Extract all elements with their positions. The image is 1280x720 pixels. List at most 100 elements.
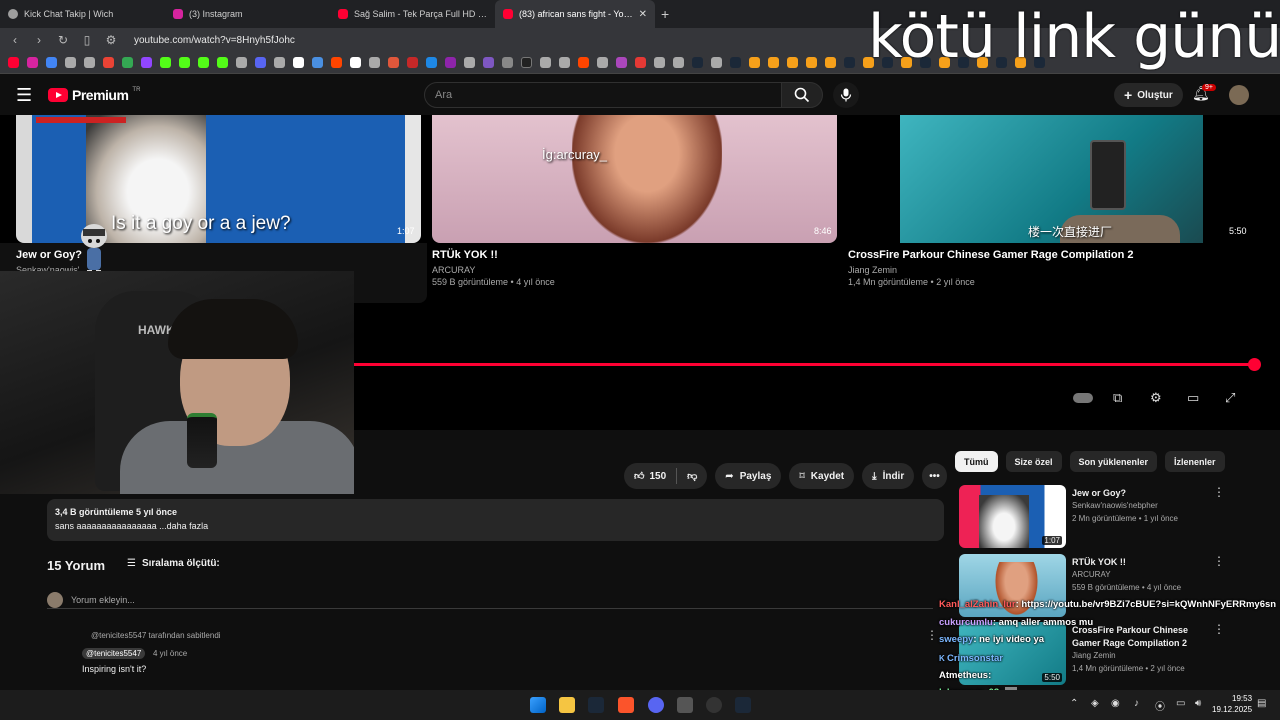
bookmark-icon[interactable] xyxy=(255,57,266,68)
tray-audio-icon[interactable]: ♪ xyxy=(1134,698,1139,709)
endscreen-title-3[interactable]: CrossFire Parkour Chinese Gamer Rage Com… xyxy=(848,249,1133,261)
settings-gear-icon[interactable]: ⚙ xyxy=(1150,390,1162,406)
comment-author[interactable]: @tenicites5547 xyxy=(82,648,146,659)
add-comment-field[interactable]: Yorum ekleyin... xyxy=(47,591,933,609)
related-video-1[interactable]: 1:07 Jew or Goy? Senkaw'naowis'nebpher 2… xyxy=(955,485,1275,549)
bookmark-instagram-icon[interactable] xyxy=(27,57,38,68)
system-clock[interactable]: 19:53 19.12.2025 xyxy=(1212,693,1252,715)
bookmark-icon[interactable] xyxy=(122,57,133,68)
bookmark-steam-icon[interactable] xyxy=(844,57,855,68)
notification-center-icon[interactable]: ▤ xyxy=(1257,698,1266,709)
autoplay-toggle[interactable] xyxy=(1073,393,1093,403)
bookmark-twitch-icon[interactable] xyxy=(141,57,152,68)
close-tab-icon[interactable]: ✕ xyxy=(639,9,647,20)
bookmark-icon[interactable] xyxy=(540,57,551,68)
new-tab-button[interactable]: + xyxy=(661,6,669,22)
voice-search-button[interactable] xyxy=(833,82,859,108)
related-title[interactable]: Jew or Goy? xyxy=(1072,487,1202,500)
dislike-button[interactable]: 👎︎ xyxy=(687,470,697,482)
tray-volume-icon[interactable]: 🔊︎ xyxy=(1195,698,1201,709)
bookmark-icon[interactable] xyxy=(464,57,475,68)
more-actions-button[interactable]: ••• xyxy=(922,463,947,489)
bookmark-icon[interactable] xyxy=(806,57,817,68)
chip-for-you[interactable]: Size özel xyxy=(1005,451,1062,472)
bookmark-icon[interactable] xyxy=(768,57,779,68)
bookmark-icon[interactable] xyxy=(312,57,323,68)
chip-all[interactable]: Tümü xyxy=(955,451,998,472)
menu-icon[interactable]: ☰ xyxy=(16,85,36,106)
account-avatar[interactable] xyxy=(1229,85,1249,105)
bookmark-icon[interactable] xyxy=(84,57,95,68)
bookmark-steam-icon[interactable] xyxy=(730,57,741,68)
comment-time[interactable]: 4 yıl önce xyxy=(153,649,187,658)
bookmark-icon[interactable] xyxy=(274,57,285,68)
bookmark-kick-icon[interactable] xyxy=(160,57,171,68)
theater-mode-icon[interactable]: ▭ xyxy=(1187,390,1199,406)
bookmark-gmail-icon[interactable] xyxy=(103,57,114,68)
bookmark-icon[interactable] xyxy=(46,57,57,68)
bookmark-x-icon[interactable] xyxy=(293,57,304,68)
reload-icon[interactable]: ↻ xyxy=(56,33,70,47)
bookmark-icon[interactable] xyxy=(825,57,836,68)
folder-icon[interactable] xyxy=(673,57,684,68)
related-menu-icon[interactable]: ⋮ xyxy=(1213,554,1225,568)
comment-menu-icon[interactable]: ⋮ xyxy=(926,628,938,642)
youtube-premium-logo[interactable]: Premium TR xyxy=(48,87,140,103)
app-icon[interactable] xyxy=(677,697,693,713)
brave-browser-icon[interactable] xyxy=(618,697,634,713)
bookmark-icon[interactable] xyxy=(502,57,513,68)
bookmark-reddit-icon[interactable] xyxy=(331,57,342,68)
tab-sag-salim[interactable]: Sağ Salim - Tek Parça Full HD (Yerli Fi xyxy=(330,0,495,28)
bookmark-icon[interactable] xyxy=(350,57,361,68)
bookmark-kick-icon[interactable] xyxy=(198,57,209,68)
fullscreen-icon[interactable]: ⤢ xyxy=(1225,390,1235,406)
chip-watched[interactable]: İzlenenler xyxy=(1165,451,1225,472)
bookmark-icon[interactable] xyxy=(236,57,247,68)
bookmark-youtube-icon[interactable] xyxy=(8,57,19,68)
bookmark-icon[interactable] xyxy=(597,57,608,68)
bookmark-icon[interactable] xyxy=(445,57,456,68)
bookmark-icon[interactable] xyxy=(787,57,798,68)
steam-icon[interactable] xyxy=(588,697,604,713)
endscreen-thumbnail-1[interactable]: Is it a goy or a a jew? xyxy=(16,115,421,243)
tab-youtube-active[interactable]: (83) african sans fight - YouTube ✕ xyxy=(495,0,655,28)
bookmark-icon[interactable] xyxy=(369,57,380,68)
like-button[interactable]: 👍︎ 150 xyxy=(634,470,666,483)
bookmark-reddit-icon[interactable] xyxy=(578,57,589,68)
tray-mic-icon[interactable]: ⦿ xyxy=(1155,698,1165,713)
search-button[interactable] xyxy=(781,82,823,108)
progress-scrubber[interactable] xyxy=(1248,358,1261,371)
related-channel[interactable]: Jiang Zemin xyxy=(1072,651,1116,660)
subtitles-icon[interactable]: ⧉ xyxy=(1113,390,1122,406)
obs-icon[interactable] xyxy=(706,697,722,713)
bookmark-icon[interactable] xyxy=(616,57,627,68)
site-info-icon[interactable]: ⚙ xyxy=(104,33,118,47)
related-menu-icon[interactable]: ⋮ xyxy=(1213,485,1225,499)
save-button[interactable]: ⌑ Kaydet xyxy=(789,463,855,489)
tray-network-icon[interactable]: ▭ xyxy=(1176,698,1185,709)
bookmark-kick-icon[interactable] xyxy=(217,57,228,68)
endscreen-title-1-overlay[interactable]: Jew or Goy? xyxy=(16,249,82,261)
file-explorer-icon[interactable] xyxy=(559,697,575,713)
bookmark-kick-icon[interactable] xyxy=(179,57,190,68)
description-box[interactable]: 3,4 B görüntüleme 5 yıl önce sans aaaaaa… xyxy=(47,499,944,541)
endscreen-title-2[interactable]: RTÜk YOK !! xyxy=(432,249,498,261)
steam-icon[interactable] xyxy=(735,697,751,713)
progress-bar[interactable] xyxy=(354,363,1254,366)
discord-icon[interactable] xyxy=(648,697,664,713)
endscreen-thumbnail-2[interactable]: İg:arcuray_ xyxy=(432,115,837,243)
create-button[interactable]: + Oluştur xyxy=(1114,83,1183,107)
bookmark-icon[interactable] xyxy=(749,57,760,68)
related-thumbnail[interactable]: 1:07 xyxy=(959,485,1066,548)
bookmark-icon[interactable] xyxy=(407,57,418,68)
endscreen-thumbnail-3[interactable]: 楼一次直接进厂 xyxy=(900,115,1203,243)
related-title[interactable]: RTÜk YOK !! xyxy=(1072,556,1202,569)
bookmark-icon[interactable] xyxy=(388,57,399,68)
bookmark-icon[interactable] xyxy=(654,57,665,68)
forward-icon[interactable]: › xyxy=(32,33,46,47)
search-input[interactable]: Ara xyxy=(424,82,782,108)
chip-recent-uploads[interactable]: Son yüklenenler xyxy=(1069,451,1158,472)
tray-steam-icon[interactable]: ◉ xyxy=(1111,698,1120,709)
tray-app-icon[interactable]: ◈ xyxy=(1091,698,1099,709)
bookmark-icon[interactable] xyxy=(426,57,437,68)
